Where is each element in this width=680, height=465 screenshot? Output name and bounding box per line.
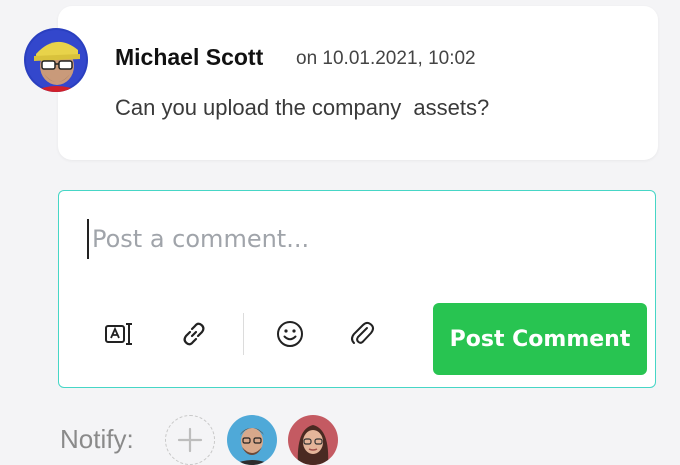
toolbar-divider xyxy=(243,313,244,355)
comment-body: Can you upload the company assets? xyxy=(115,95,490,120)
comment-composer: Post Comment xyxy=(58,190,656,388)
plus-icon xyxy=(177,427,203,453)
comment-author: Michael Scott xyxy=(115,44,264,70)
comment-timestamp: on 10.01.2021, 10:02 xyxy=(296,48,476,69)
notify-label: Notify: xyxy=(60,424,134,454)
comment-thread: Michael Scott on 10.01.2021, 10:02 Can y… xyxy=(0,0,680,465)
author-avatar[interactable] xyxy=(24,28,88,92)
add-notify-user-button[interactable] xyxy=(165,415,215,465)
comment-card xyxy=(58,6,658,160)
post-comment-button[interactable]: Post Comment xyxy=(433,303,647,375)
attachment-icon[interactable] xyxy=(345,317,379,351)
notify-user-avatar-1[interactable] xyxy=(227,415,277,465)
emoji-icon[interactable] xyxy=(273,317,307,351)
avatar-image xyxy=(24,28,88,92)
notify-user-avatar-2[interactable] xyxy=(288,415,338,465)
comment-input[interactable] xyxy=(87,219,612,259)
link-icon[interactable] xyxy=(177,317,211,351)
text-format-icon[interactable] xyxy=(103,317,137,351)
